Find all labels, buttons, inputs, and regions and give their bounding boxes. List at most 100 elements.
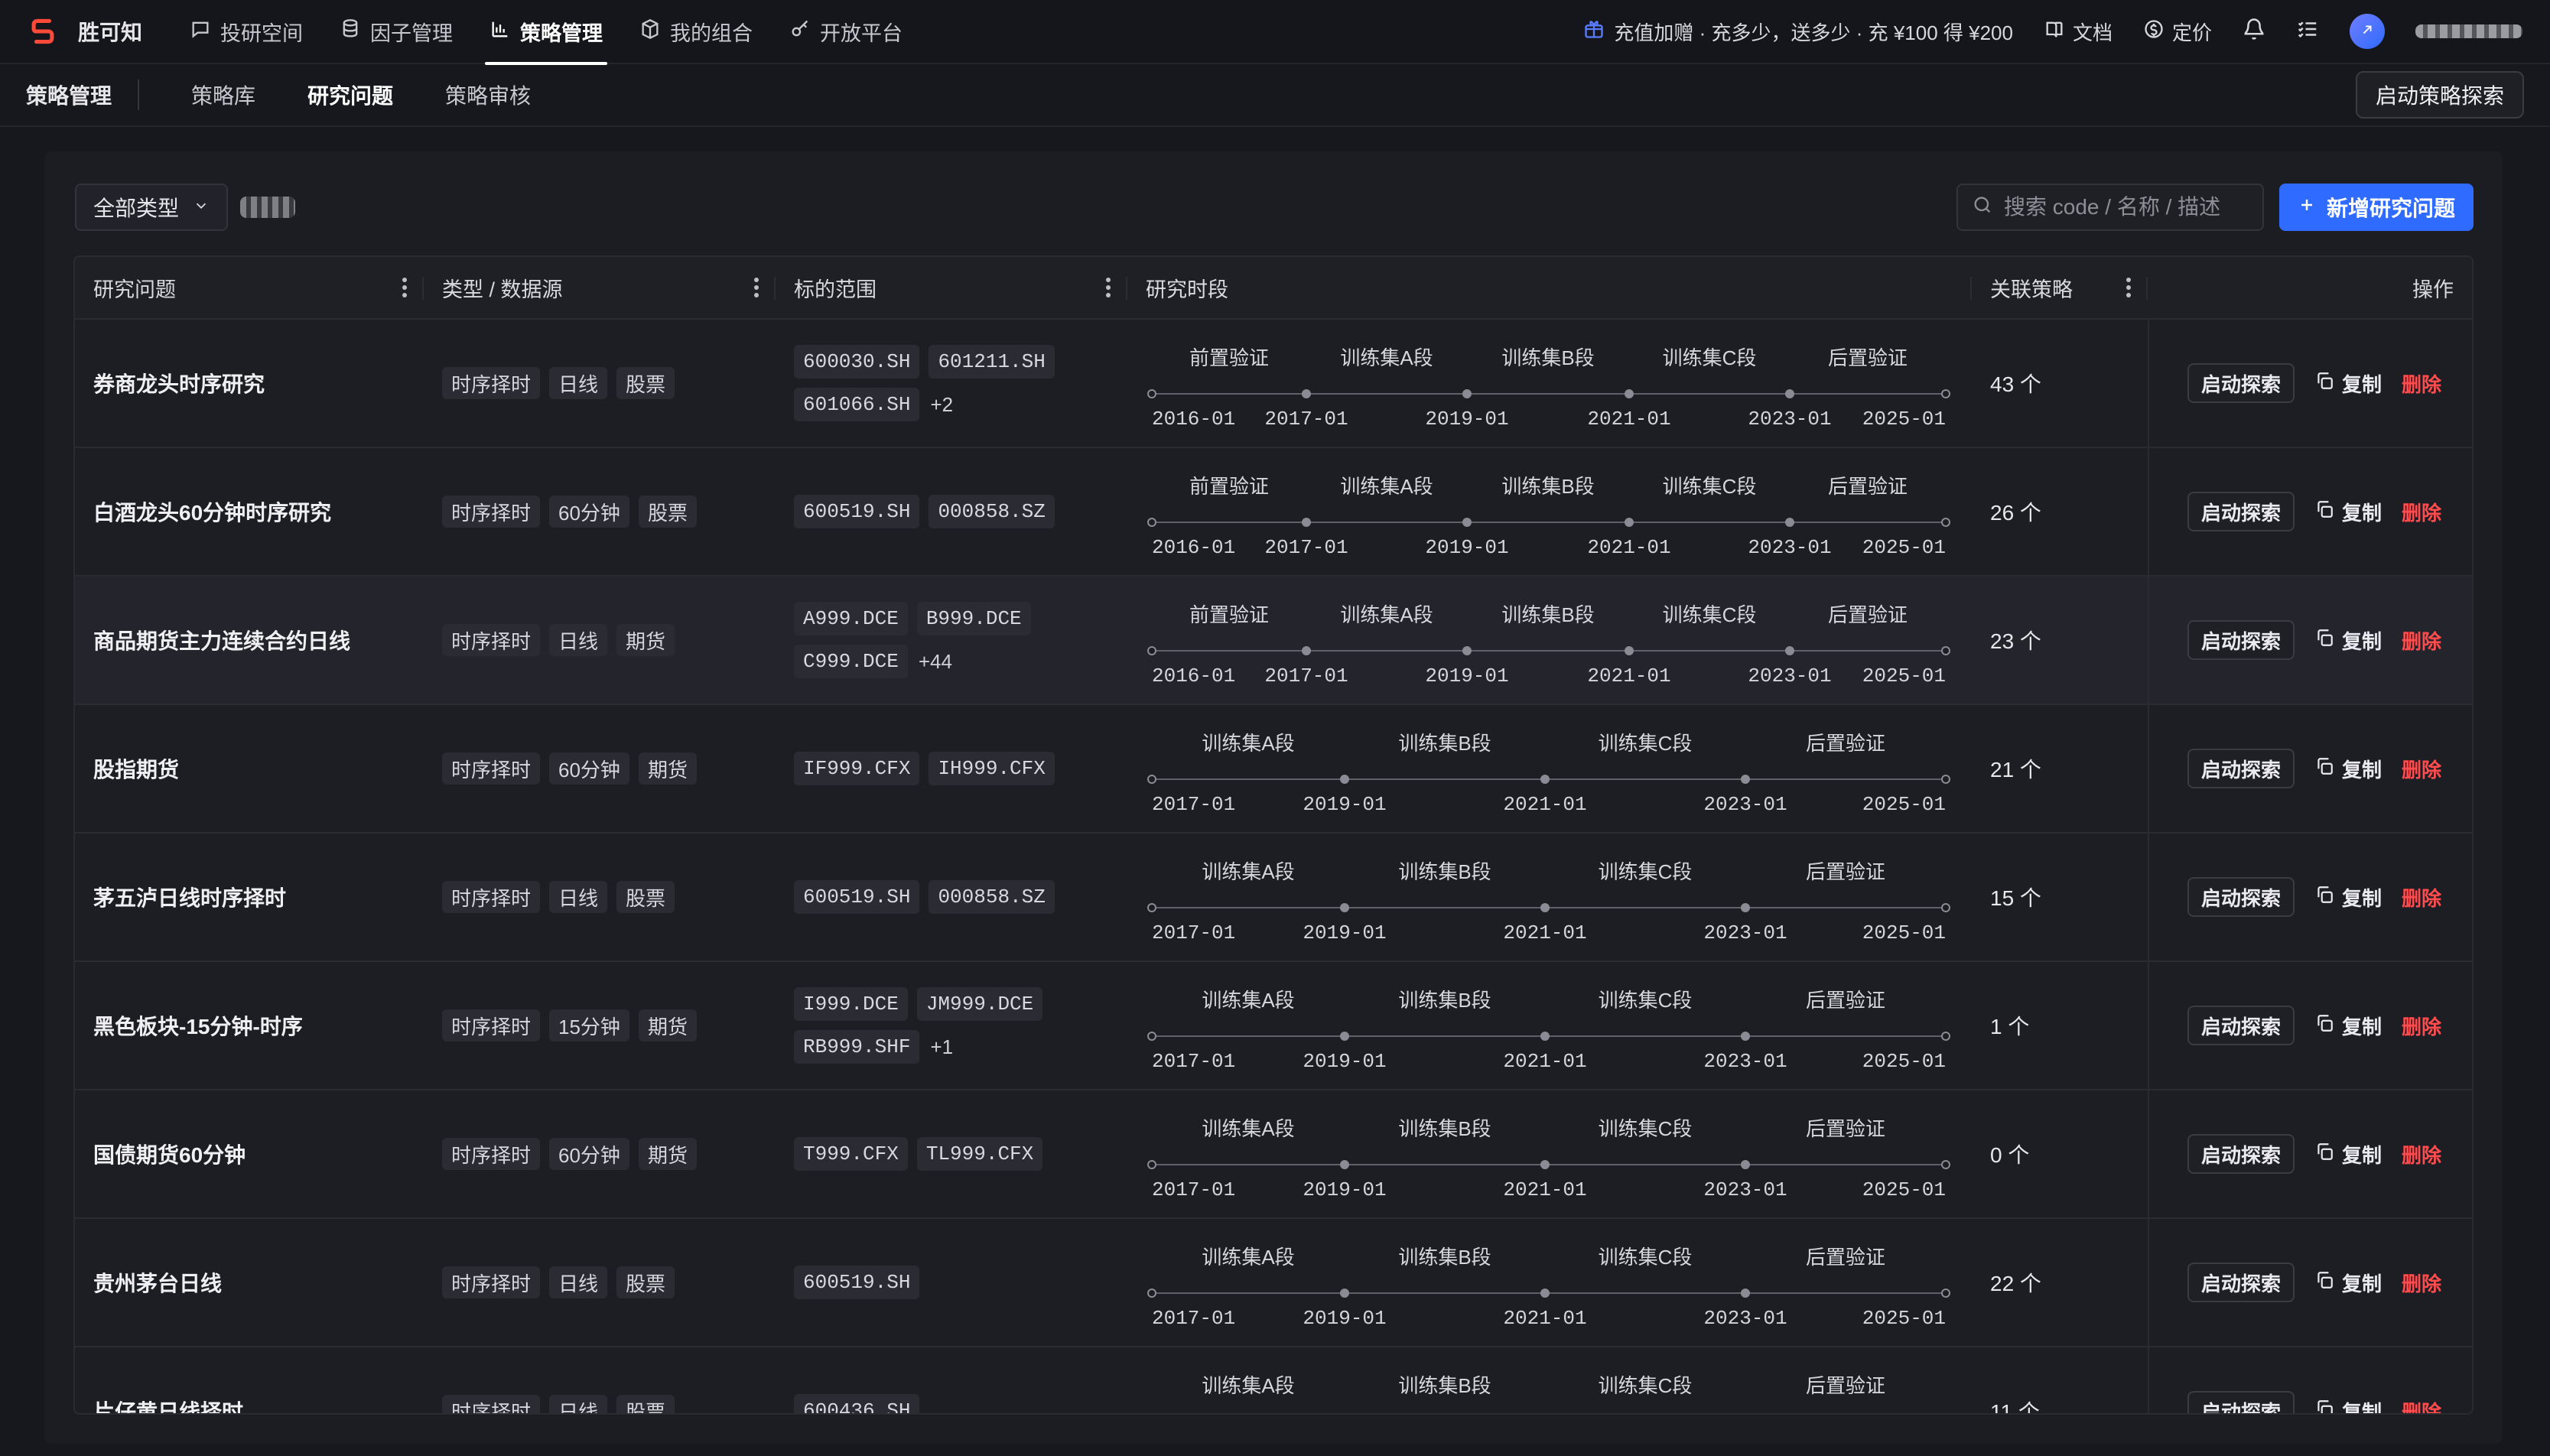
- delete-button[interactable]: 删除: [2402, 1140, 2441, 1168]
- type-filter-select[interactable]: 全部类型: [75, 184, 229, 231]
- start-exploration-button[interactable]: 启动探索: [2187, 749, 2295, 788]
- row-actions: 启动探索 复制 删除: [2166, 877, 2472, 917]
- timeline-tick-mark: [1540, 1289, 1550, 1298]
- nav-item-open-platform[interactable]: 开放平台: [785, 0, 907, 63]
- search-field[interactable]: [1956, 184, 2264, 231]
- copy-button[interactable]: 复制: [2314, 755, 2382, 783]
- delete-button[interactable]: 删除: [2402, 369, 2441, 398]
- related-strategies-count[interactable]: 26 个: [1990, 496, 2041, 527]
- table-row[interactable]: 商品期货主力连续合约日线 时序择时 日线 期货 A999.DCE B999.DCE C9…: [75, 577, 2472, 705]
- copy-button[interactable]: 复制: [2314, 369, 2382, 398]
- filters-toolbar: 全部类型 新增研究问题: [75, 184, 2474, 231]
- more-codes-count[interactable]: +2: [930, 393, 953, 417]
- related-strategies-count[interactable]: 0 个: [1990, 1139, 2029, 1169]
- actions-divider: [2148, 1347, 2149, 1413]
- delete-button[interactable]: 删除: [2402, 498, 2441, 526]
- more-codes-count[interactable]: +1: [930, 1035, 953, 1059]
- kebab-icon[interactable]: [402, 278, 407, 297]
- copy-button[interactable]: 复制: [2314, 498, 2382, 526]
- instrument-code: 000858.SZ: [929, 495, 1055, 528]
- promo-banner[interactable]: 充值加赠 · 充多少，送多少 · 充 ¥100 得 ¥200: [1583, 18, 2013, 46]
- copy-button[interactable]: 复制: [2314, 1397, 2382, 1413]
- kebab-icon[interactable]: [754, 278, 759, 297]
- research-question-name[interactable]: 茅五泸日线时序择时: [93, 882, 286, 912]
- timeline-tick-label: 2023-01: [1748, 536, 1831, 557]
- delete-button[interactable]: 删除: [2402, 1269, 2441, 1297]
- delete-button[interactable]: 删除: [2402, 1012, 2441, 1040]
- copy-button[interactable]: 复制: [2314, 1012, 2382, 1040]
- related-strategies-count[interactable]: 15 个: [1990, 882, 2041, 912]
- timeline-tick-mark: [1462, 389, 1472, 398]
- table-row[interactable]: 黑色板块-15分钟-时序 时序择时 15分钟 期货 I999.DCE JM999.DC…: [75, 962, 2472, 1090]
- brand[interactable]: 胜可知: [28, 15, 142, 48]
- research-question-name[interactable]: 国债期货60分钟: [93, 1139, 246, 1169]
- instrument-code: 600519.SH: [794, 880, 920, 914]
- delete-button[interactable]: 删除: [2402, 883, 2441, 912]
- tab-strategy-library[interactable]: 策略库: [191, 80, 255, 110]
- delete-button[interactable]: 删除: [2402, 626, 2441, 655]
- related-strategies-count[interactable]: 22 个: [1990, 1267, 2041, 1298]
- add-research-question-button[interactable]: 新增研究问题: [2278, 184, 2474, 231]
- research-question-name[interactable]: 白酒龙头60分钟时序研究: [93, 496, 331, 527]
- username-redacted[interactable]: [2415, 24, 2522, 38]
- start-exploration-button[interactable]: 启动探索: [2187, 1391, 2295, 1413]
- cell-period: 2017-012019-012021-012023-012025-01训练集A段…: [1127, 1347, 1972, 1413]
- table-row[interactable]: 茅五泸日线时序择时 时序择时 日线 股票 600519.SH 000858.SZ 20…: [75, 834, 2472, 962]
- pricing-link[interactable]: 定价: [2143, 18, 2212, 46]
- research-question-name[interactable]: 券商龙头时序研究: [93, 368, 265, 398]
- timeline-tick-label: 2025-01: [1862, 793, 1946, 814]
- table-row[interactable]: 白酒龙头60分钟时序研究 时序择时 60分钟 股票 600519.SH 000858.…: [75, 448, 2472, 577]
- kebab-icon[interactable]: [1106, 278, 1111, 297]
- docs-link[interactable]: 文档: [2044, 18, 2113, 46]
- start-exploration-button[interactable]: 启动探索: [2187, 1134, 2295, 1174]
- tasks-button[interactable]: [2296, 18, 2319, 46]
- copy-button[interactable]: 复制: [2314, 883, 2382, 912]
- related-strategies-count[interactable]: 21 个: [1990, 753, 2041, 784]
- timeline-tick-label: 2023-01: [1703, 1178, 1787, 1200]
- table-row[interactable]: 券商龙头时序研究 时序择时 日线 股票 600030.SH 601211.SH 6010…: [75, 320, 2472, 448]
- type-tag: 时序择时: [442, 496, 541, 528]
- instrument-code: B999.DCE: [916, 602, 1031, 635]
- tab-research-questions[interactable]: 研究问题: [307, 80, 393, 110]
- notifications-button[interactable]: [2243, 18, 2265, 46]
- related-strategies-count[interactable]: 1 个: [1990, 1010, 2029, 1041]
- more-codes-count[interactable]: +44: [919, 650, 952, 674]
- table-row[interactable]: 股指期货 时序择时 60分钟 期货 IF999.CFX IH999.CFX 2017-…: [75, 705, 2472, 834]
- nav-item-my-portfolio[interactable]: 我的组合: [635, 0, 757, 63]
- start-strategy-exploration-button[interactable]: 启动策略探索: [2355, 71, 2524, 119]
- nav-item-factor-management[interactable]: 因子管理: [335, 0, 457, 63]
- research-question-name[interactable]: 商品期货主力连续合约日线: [93, 625, 350, 655]
- tab-strategy-review[interactable]: 策略审核: [445, 80, 531, 110]
- kebab-icon[interactable]: [2126, 278, 2131, 297]
- start-exploration-button[interactable]: 启动探索: [2187, 877, 2295, 917]
- copy-button[interactable]: 复制: [2314, 1140, 2382, 1168]
- start-exploration-button[interactable]: 启动探索: [2187, 1006, 2295, 1045]
- related-strategies-count[interactable]: 43 个: [1990, 368, 2041, 398]
- research-question-name[interactable]: 片仔黄日线择时: [93, 1396, 243, 1413]
- copy-button[interactable]: 复制: [2314, 1269, 2382, 1297]
- table-row[interactable]: 国债期货60分钟 时序择时 60分钟 期货 T999.CFX TL999.CFX 20…: [75, 1090, 2472, 1219]
- nav-item-strategy-management[interactable]: 策略管理: [485, 0, 608, 65]
- start-exploration-button[interactable]: 启动探索: [2187, 492, 2295, 531]
- timeline-tick-label: 2017-01: [1264, 665, 1348, 686]
- timeline-tick-mark: [1941, 646, 1950, 655]
- delete-button[interactable]: 删除: [2402, 1397, 2441, 1414]
- search-input[interactable]: [2003, 195, 2249, 219]
- related-strategies-count[interactable]: 11 个: [1990, 1396, 2040, 1413]
- copy-button[interactable]: 复制: [2314, 626, 2382, 655]
- timeline-tick-label: 2021-01: [1503, 1307, 1586, 1328]
- start-exploration-button[interactable]: 启动探索: [2187, 620, 2295, 660]
- start-exploration-button[interactable]: 启动探索: [2187, 363, 2295, 403]
- research-question-name[interactable]: 股指期货: [93, 753, 179, 784]
- delete-button[interactable]: 删除: [2402, 755, 2441, 783]
- cell-type: 时序择时 日线 股票: [424, 834, 776, 960]
- research-question-name[interactable]: 黑色板块-15分钟-时序: [93, 1010, 303, 1041]
- start-exploration-button[interactable]: 启动探索: [2187, 1263, 2295, 1302]
- related-strategies-count[interactable]: 23 个: [1990, 625, 2041, 655]
- research-question-name[interactable]: 贵州茅台日线: [93, 1267, 222, 1298]
- timeline-tick-label: 2025-01: [1862, 408, 1946, 429]
- nav-item-research-space[interactable]: 投研空间: [185, 0, 307, 63]
- table-row[interactable]: 贵州茅台日线 时序择时 日线 股票 600519.SH 2017-01 2019-01…: [75, 1219, 2472, 1347]
- avatar[interactable]: [2350, 14, 2385, 49]
- table-row[interactable]: 片仔黄日线择时 时序择时日线股票 600436.SH 2017-012019-0…: [75, 1347, 2472, 1413]
